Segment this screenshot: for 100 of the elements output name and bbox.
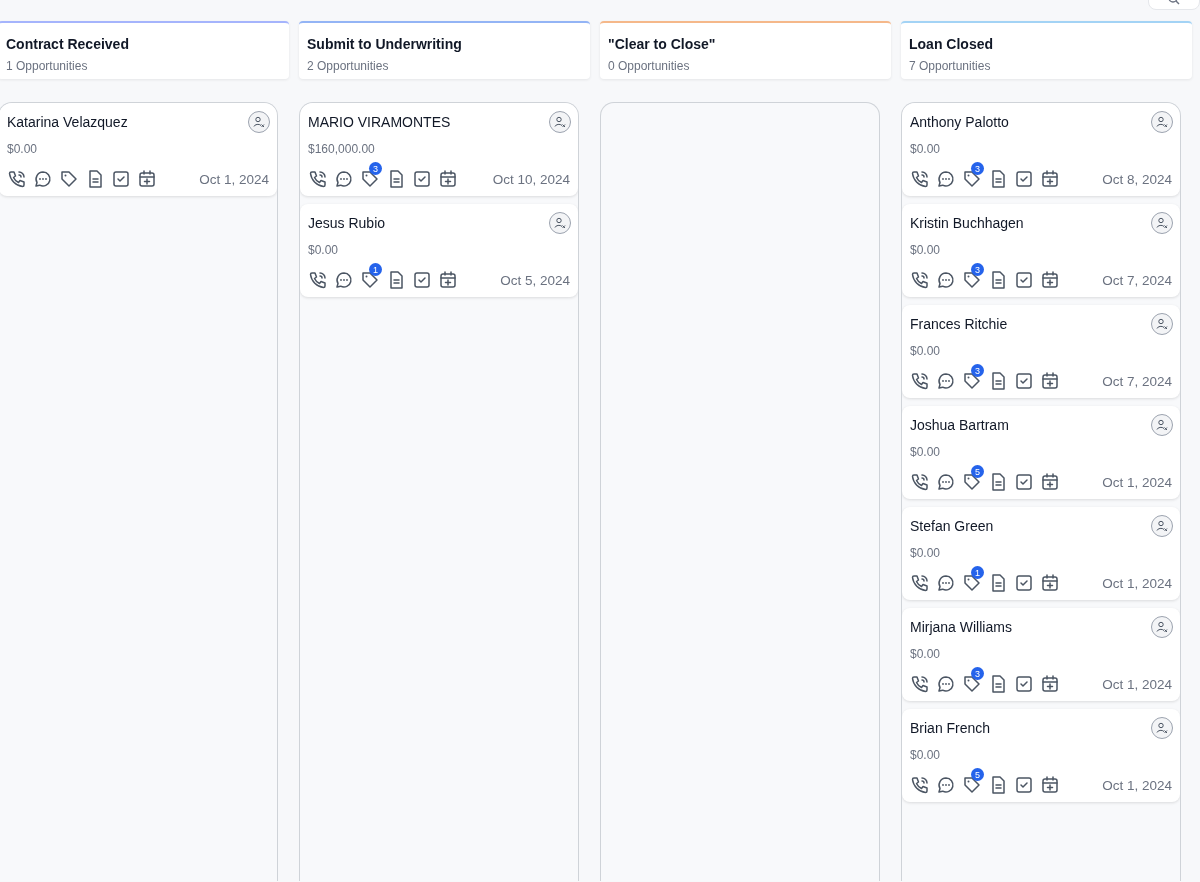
unassigned-user-button[interactable] xyxy=(1151,515,1173,537)
tag-count-badge: 3 xyxy=(971,667,984,680)
opportunity-amount: $160,000.00 xyxy=(308,142,375,156)
opportunity-count: 2 Opportunities xyxy=(307,59,389,73)
opportunity-card[interactable]: Frances Ritchie $0.00 3 Oct 7, 2024 xyxy=(902,305,1180,398)
opportunity-count: 0 Opportunities xyxy=(608,59,690,73)
checkbox-icon[interactable] xyxy=(1014,270,1034,290)
unassigned-user-button[interactable] xyxy=(1151,212,1173,234)
chat-bubble-icon[interactable] xyxy=(936,371,956,391)
opportunity-count: 7 Opportunities xyxy=(909,59,991,73)
contact-name: Mirjana Williams xyxy=(910,619,1012,635)
opportunity-amount: $0.00 xyxy=(910,445,941,459)
calendar-plus-icon[interactable] xyxy=(1040,573,1060,593)
phone-icon[interactable] xyxy=(910,775,930,795)
phone-icon[interactable] xyxy=(910,169,930,189)
calendar-plus-icon[interactable] xyxy=(1040,169,1060,189)
unassigned-user-button[interactable] xyxy=(1151,717,1173,739)
person-x-icon xyxy=(1156,217,1168,229)
opportunity-amount: $0.00 xyxy=(910,344,941,358)
checkbox-icon[interactable] xyxy=(1014,674,1034,694)
contact-name: Jesus Rubio xyxy=(308,215,386,231)
contact-name: Frances Ritchie xyxy=(910,316,1008,332)
person-x-icon xyxy=(1156,419,1168,431)
phone-icon[interactable] xyxy=(910,674,930,694)
chat-bubble-icon[interactable] xyxy=(334,169,354,189)
contact-name: Stefan Green xyxy=(910,518,994,534)
person-x-icon xyxy=(1156,318,1168,330)
unassigned-user-button[interactable] xyxy=(549,111,571,133)
chat-bubble-icon[interactable] xyxy=(33,169,53,189)
opportunity-date: Oct 1, 2024 xyxy=(1102,777,1172,793)
opportunity-card[interactable]: Mirjana Williams $0.00 3 Oct 1, 2024 xyxy=(902,608,1180,701)
contact-name: Katarina Velazquez xyxy=(7,114,128,130)
chat-bubble-icon[interactable] xyxy=(936,573,956,593)
person-x-icon xyxy=(1156,116,1168,128)
stage-title: Loan Closed xyxy=(909,36,993,52)
calendar-plus-icon[interactable] xyxy=(1040,674,1060,694)
phone-icon[interactable] xyxy=(910,270,930,290)
phone-icon[interactable] xyxy=(308,270,328,290)
opportunity-amount: $0.00 xyxy=(308,243,339,257)
opportunity-amount: $0.00 xyxy=(910,243,941,257)
tag-count-badge: 1 xyxy=(971,566,984,579)
person-x-icon xyxy=(253,116,265,128)
person-x-icon xyxy=(554,116,566,128)
opportunity-count: 1 Opportunities xyxy=(6,59,88,73)
tag-count-badge: 5 xyxy=(971,465,984,478)
calendar-plus-icon[interactable] xyxy=(438,270,458,290)
opportunity-card[interactable]: Katarina Velazquez $0.00 Oct 1, 2024 xyxy=(0,103,277,196)
calendar-plus-icon[interactable] xyxy=(1040,371,1060,391)
calendar-plus-icon[interactable] xyxy=(137,169,157,189)
unassigned-user-button[interactable] xyxy=(1151,313,1173,335)
phone-icon[interactable] xyxy=(910,472,930,492)
calendar-plus-icon[interactable] xyxy=(1040,775,1060,795)
tag-count-badge: 3 xyxy=(971,263,984,276)
checkbox-icon[interactable] xyxy=(412,169,432,189)
checkbox-icon[interactable] xyxy=(1014,472,1034,492)
unassigned-user-button[interactable] xyxy=(1151,111,1173,133)
opportunity-card[interactable]: MARIO VIRAMONTES $160,000.00 3 Oct 10, 2024 xyxy=(300,103,578,196)
opportunity-card[interactable]: Anthony Palotto $0.00 3 Oct 8, 2024 xyxy=(902,103,1180,196)
phone-icon[interactable] xyxy=(7,169,27,189)
opportunity-amount: $0.00 xyxy=(7,142,38,156)
opportunity-amount: $0.00 xyxy=(910,647,941,661)
contact-name: Joshua Bartram xyxy=(910,417,1009,433)
chat-bubble-icon[interactable] xyxy=(936,674,956,694)
phone-icon[interactable] xyxy=(910,371,930,391)
opportunity-date: Oct 1, 2024 xyxy=(199,171,269,187)
contact-name: Anthony Palotto xyxy=(910,114,1009,130)
unassigned-user-button[interactable] xyxy=(1151,414,1173,436)
unassigned-user-button[interactable] xyxy=(248,111,270,133)
checkbox-icon[interactable] xyxy=(1014,573,1034,593)
phone-icon[interactable] xyxy=(910,573,930,593)
opportunity-date: Oct 5, 2024 xyxy=(500,272,570,288)
chat-bubble-icon[interactable] xyxy=(936,775,956,795)
calendar-plus-icon[interactable] xyxy=(1040,472,1060,492)
chat-bubble-icon[interactable] xyxy=(334,270,354,290)
person-x-icon xyxy=(1156,722,1168,734)
chat-bubble-icon[interactable] xyxy=(936,472,956,492)
checkbox-icon[interactable] xyxy=(1014,169,1034,189)
tag-count-badge: 5 xyxy=(971,768,984,781)
unassigned-user-button[interactable] xyxy=(1151,616,1173,638)
person-x-icon xyxy=(1156,621,1168,633)
checkbox-icon[interactable] xyxy=(111,169,131,189)
opportunity-card[interactable]: Stefan Green $0.00 1 Oct 1, 2024 xyxy=(902,507,1180,600)
chat-bubble-icon[interactable] xyxy=(936,270,956,290)
tag-icon[interactable] xyxy=(59,169,79,189)
calendar-plus-icon[interactable] xyxy=(1040,270,1060,290)
calendar-plus-icon[interactable] xyxy=(438,169,458,189)
opportunity-card[interactable]: Brian French $0.00 5 Oct 1, 2024 xyxy=(902,709,1180,802)
unassigned-user-button[interactable] xyxy=(549,212,571,234)
chat-bubble-icon[interactable] xyxy=(936,169,956,189)
opportunity-date: Oct 7, 2024 xyxy=(1102,373,1172,389)
opportunity-amount: $0.00 xyxy=(910,748,941,762)
checkbox-icon[interactable] xyxy=(1014,371,1034,391)
opportunity-card[interactable]: Joshua Bartram $0.00 5 Oct 1, 2024 xyxy=(902,406,1180,499)
opportunity-date: Oct 8, 2024 xyxy=(1102,171,1172,187)
opportunity-card[interactable]: Kristin Buchhagen $0.00 3 Oct 7, 2024 xyxy=(902,204,1180,297)
opportunity-amount: $0.00 xyxy=(910,142,941,156)
checkbox-icon[interactable] xyxy=(412,270,432,290)
opportunity-card[interactable]: Jesus Rubio $0.00 1 Oct 5, 2024 xyxy=(300,204,578,297)
checkbox-icon[interactable] xyxy=(1014,775,1034,795)
phone-icon[interactable] xyxy=(308,169,328,189)
